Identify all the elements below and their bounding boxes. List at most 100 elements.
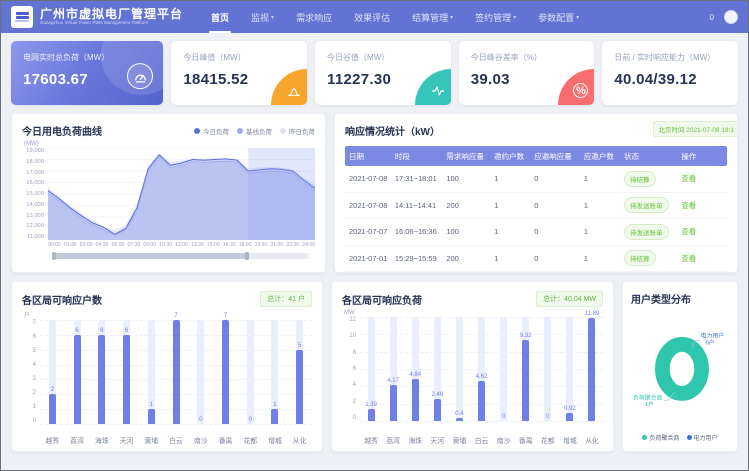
nav-item-需求响应[interactable]: 需求响应 — [286, 1, 342, 33]
legend-item-基线负荷[interactable]: 基线负荷 — [237, 126, 272, 136]
bar-荔湾[interactable]: 4.17 — [382, 317, 404, 421]
x-category-label: 增城 — [559, 435, 581, 445]
bar-fill — [74, 335, 81, 424]
y-tick-label: 4 — [342, 382, 356, 388]
bar-从化[interactable]: 5 — [287, 320, 312, 424]
x-category-label: 南沙 — [188, 435, 213, 445]
bar-value-label: 6 — [65, 328, 90, 334]
bar-增城[interactable]: 0.92 — [559, 317, 581, 421]
table-cell: 1 — [490, 227, 530, 236]
nav-item-签约管理[interactable]: 签约管理▾ — [465, 1, 526, 33]
kpi-label: 今日峰值（MW） — [183, 52, 295, 63]
bar-fill — [368, 409, 375, 421]
nav-item-label: 参数配置 — [538, 11, 574, 24]
bar-海珠[interactable]: 6 — [89, 320, 114, 424]
y-tick-label: 6 — [342, 366, 356, 372]
table-row: 2021-07-0817:31~18:01100101待结算查看 — [345, 166, 727, 193]
view-link[interactable]: 查看 — [681, 174, 696, 183]
bar-荔湾[interactable]: 6 — [65, 320, 90, 424]
table-cell: 1 — [580, 201, 620, 210]
bar-value-label: 2.49 — [426, 392, 448, 398]
svg-text:1户: 1户 — [645, 400, 654, 408]
kpi-label: 电网实时总负荷（MW） — [23, 52, 151, 63]
bar-越秀[interactable]: 2 — [40, 320, 65, 424]
pie-legend-item-电力用户[interactable]: 电力用户 — [687, 433, 718, 442]
dashboard-page: 广州市虚拟电厂管理平台 Guangzhou Virtual Power Plan… — [0, 0, 749, 471]
view-link[interactable]: 查看 — [681, 227, 696, 236]
bar-白云[interactable]: 7 — [164, 320, 189, 424]
district-load-unit: MW — [344, 310, 603, 316]
chevron-down-icon: ▾ — [271, 14, 274, 21]
bar-value-label: 0 — [493, 414, 515, 420]
bar-南沙[interactable]: 0 — [188, 320, 213, 424]
chevron-down-icon: ▾ — [450, 14, 453, 21]
load-chart-datazoom-slider[interactable] — [52, 253, 309, 259]
bar-黄埔[interactable]: 1 — [139, 320, 164, 424]
bar-白云[interactable]: 4.62 — [470, 317, 492, 421]
table-header-cell: 时段 — [391, 151, 443, 162]
status-badge: 待结算 — [624, 171, 656, 187]
table-cell-action: 查看 — [677, 226, 711, 237]
y-tick-label: 12,000 — [22, 223, 44, 229]
app-header: 广州市虚拟电厂管理平台 Guangzhou Virtual Power Plan… — [1, 1, 748, 33]
user-type-title: 用户类型分布 — [631, 291, 729, 306]
nav-item-首页[interactable]: 首页 — [201, 1, 239, 33]
bar-fill — [271, 409, 278, 424]
view-link[interactable]: 查看 — [681, 254, 696, 263]
bar-黄埔[interactable]: 0.4 — [448, 317, 470, 421]
nav-item-监视[interactable]: 监视▾ — [241, 1, 284, 33]
y-tick-label: 3 — [22, 376, 36, 382]
bar-番禺[interactable]: 7 — [213, 320, 238, 424]
bar-value-label: 4.62 — [470, 374, 492, 380]
bar-天河[interactable]: 6 — [114, 320, 139, 424]
pie-legend-item-负荷聚合商[interactable]: 负荷聚合商 — [642, 433, 679, 442]
datazoom-right-handle[interactable] — [245, 252, 249, 260]
pie-legend-label: 负荷聚合商 — [649, 433, 679, 442]
nav-item-label: 效果评估 — [354, 11, 390, 24]
nav-item-参数配置[interactable]: 参数配置▾ — [528, 1, 589, 33]
datazoom-left-handle[interactable] — [52, 252, 56, 260]
bar-fill — [148, 409, 155, 424]
chevron-down-icon: ▾ — [513, 14, 516, 21]
nav-item-效果评估[interactable]: 效果评估 — [344, 1, 400, 33]
bar-从化[interactable]: 11.89 — [581, 317, 603, 421]
notification-count[interactable]: 0 — [710, 13, 714, 22]
x-category-label: 海珠 — [89, 435, 114, 445]
x-tick-label: 01:30 — [64, 242, 77, 248]
legend-item-昨日负荷[interactable]: 昨日负荷 — [280, 126, 315, 136]
y-tick-label: 0 — [342, 415, 356, 421]
y-tick-label: 15,000 — [22, 191, 44, 197]
bar-花都[interactable]: 0 — [537, 317, 559, 421]
bar-增城[interactable]: 1 — [263, 320, 288, 424]
bar-value-label: 0.92 — [559, 406, 581, 412]
y-tick-label: 12 — [342, 317, 356, 323]
x-tick-label: 24:00 — [302, 242, 315, 248]
legend-item-今日负荷[interactable]: 今日负荷 — [194, 126, 229, 136]
y-tick-label: 19,000 — [22, 148, 44, 154]
x-category-label: 番禺 — [515, 435, 537, 445]
x-category-label: 天河 — [426, 435, 448, 445]
bar-番禺[interactable]: 9.32 — [515, 317, 537, 421]
bar-海珠[interactable]: 4.84 — [404, 317, 426, 421]
bar-南沙[interactable]: 0 — [493, 317, 515, 421]
table-cell: 1 — [490, 174, 530, 183]
avatar[interactable] — [724, 10, 738, 24]
x-category-label: 黄埔 — [448, 435, 470, 445]
x-tick-label: 12:00 — [175, 242, 188, 248]
kpi-value: 40.04/39.12 — [614, 71, 726, 88]
view-link[interactable]: 查看 — [681, 201, 696, 210]
bar-越秀[interactable]: 1.39 — [360, 317, 382, 421]
bar-天河[interactable]: 2.49 — [426, 317, 448, 421]
x-tick-label: 00:00 — [48, 242, 61, 248]
table-cell: 100 — [442, 227, 490, 236]
bar-花都[interactable]: 0 — [238, 320, 263, 424]
nav-item-结算管理[interactable]: 结算管理▾ — [402, 1, 463, 33]
user-type-panel: 用户类型分布 电力用户0户负荷聚合商1户 负荷聚合商电力用户 — [622, 281, 738, 452]
table-cell: 2021-07-08 — [345, 174, 391, 183]
y-tick-label: 7 — [22, 320, 36, 326]
table-cell: 2021-07-07 — [345, 227, 391, 236]
user-type-donut-chart: 电力用户0户负荷聚合商1户 — [631, 308, 729, 420]
bar-value-label: 0 — [537, 414, 559, 420]
x-category-label: 海珠 — [404, 435, 426, 445]
bar-fill — [434, 399, 441, 421]
